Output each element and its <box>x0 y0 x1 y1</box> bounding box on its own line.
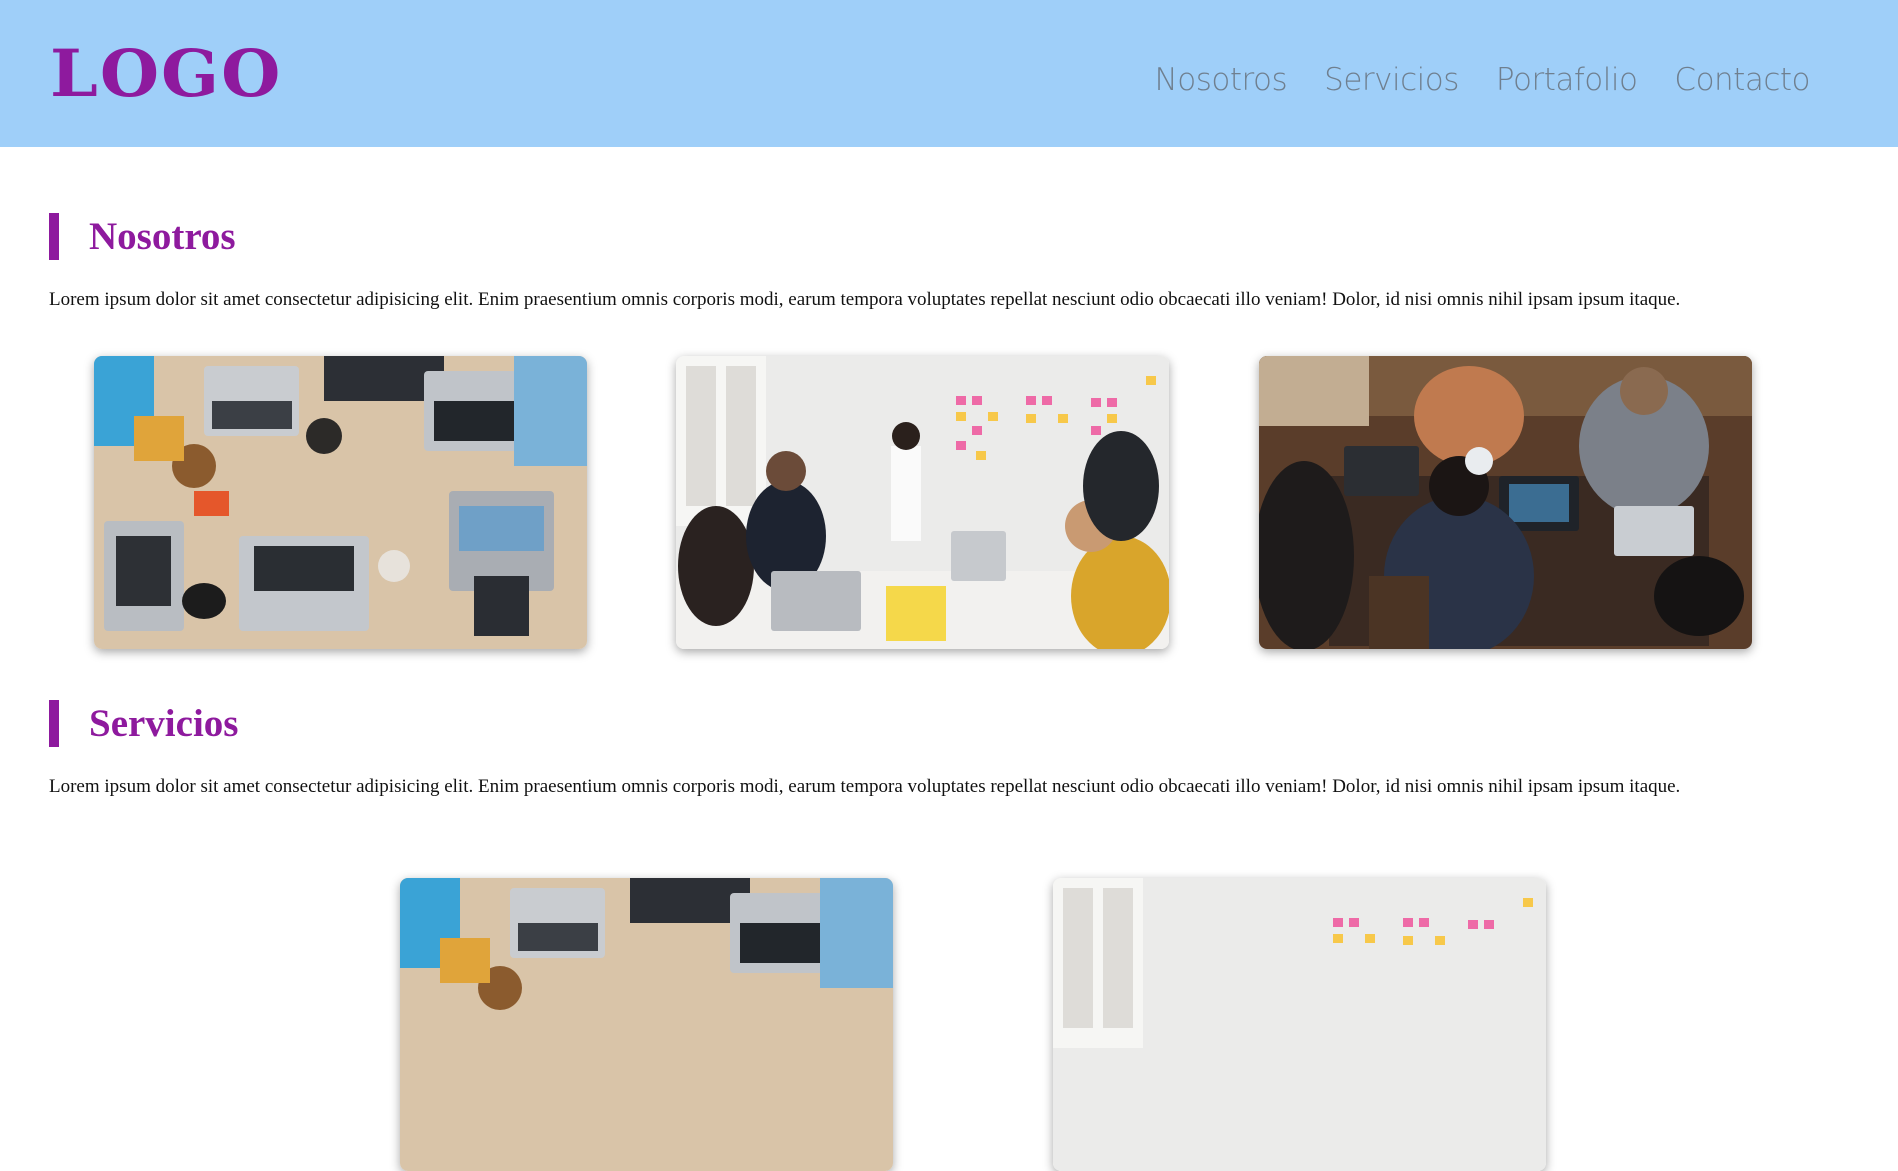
logo[interactable]: LOGO <box>50 40 282 108</box>
section-title-nosotros: Nosotros <box>49 213 236 260</box>
section-text: Lorem ipsum dolor sit amet consectetur a… <box>49 776 1681 797</box>
main-nav: Nosotros Servicios Portafolio Contacto <box>1155 60 1811 100</box>
section-heading: Servicios <box>89 702 239 745</box>
section-heading: Nosotros <box>89 215 236 258</box>
nav-link-servicios[interactable]: Servicios <box>1324 60 1459 100</box>
photo-team-meeting <box>676 356 1169 649</box>
nav-link-contacto[interactable]: Contacto <box>1674 60 1810 100</box>
photo-coding-team <box>1259 356 1752 649</box>
photo-team-meeting <box>1053 878 1546 1171</box>
nav-link-nosotros[interactable]: Nosotros <box>1155 60 1288 100</box>
photo-desk-overhead <box>94 356 587 649</box>
title-accent-bar <box>49 700 59 747</box>
photo-desk-overhead <box>400 878 893 1171</box>
site-header: LOGO Nosotros Servicios Portafolio Conta… <box>0 0 1898 147</box>
section-title-servicios: Servicios <box>49 700 238 747</box>
nav-link-portafolio[interactable]: Portafolio <box>1496 60 1638 100</box>
title-accent-bar <box>49 213 59 260</box>
section-text: Lorem ipsum dolor sit amet consectetur a… <box>49 289 1681 310</box>
